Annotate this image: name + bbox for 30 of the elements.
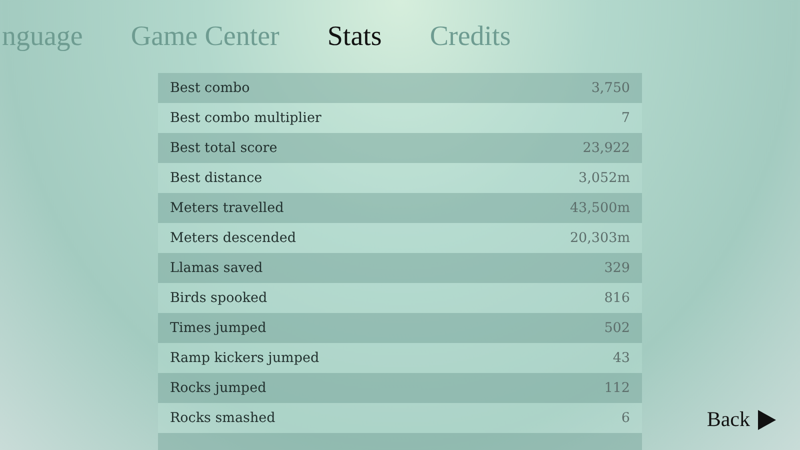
stat-label: Meters descended — [170, 230, 296, 246]
play-triangle-icon — [758, 410, 776, 430]
stat-value: 3,750 — [591, 80, 630, 96]
stat-label: Rocks smashed — [170, 410, 276, 426]
stat-label: Birds spooked — [170, 290, 268, 306]
stat-value: 7 — [621, 110, 630, 126]
tab[interactable]: Credits — [430, 20, 511, 52]
tab[interactable]: Stats — [327, 20, 382, 52]
tab[interactable]: nguage — [2, 20, 83, 52]
stat-value: 43,500m — [570, 200, 630, 216]
back-button[interactable]: Back — [704, 405, 778, 434]
stat-value: 20,303m — [570, 230, 630, 246]
stat-label: Best combo — [170, 80, 250, 96]
stat-label: Rocks jumped — [170, 380, 266, 396]
stat-label: Times jumped — [170, 320, 266, 336]
stat-label: Best combo multiplier — [170, 110, 322, 126]
stat-value: 329 — [604, 260, 630, 276]
stat-value: 3,052m — [578, 170, 630, 186]
stat-label: Llamas saved — [170, 260, 263, 276]
stat-value: 502 — [604, 320, 630, 336]
stat-label: Meters travelled — [170, 200, 284, 216]
tab[interactable]: Game Center — [130, 20, 280, 52]
stat-value: 23,922 — [582, 140, 630, 156]
stat-value: 6 — [621, 410, 630, 426]
stat-value: 112 — [604, 380, 630, 396]
stat-value: 43 — [612, 350, 630, 366]
stat-label: Best distance — [170, 170, 262, 186]
stat-value: 816 — [604, 290, 630, 306]
stat-label: Best total score — [170, 140, 278, 156]
stat-label: Ramp kickers jumped — [170, 350, 320, 366]
